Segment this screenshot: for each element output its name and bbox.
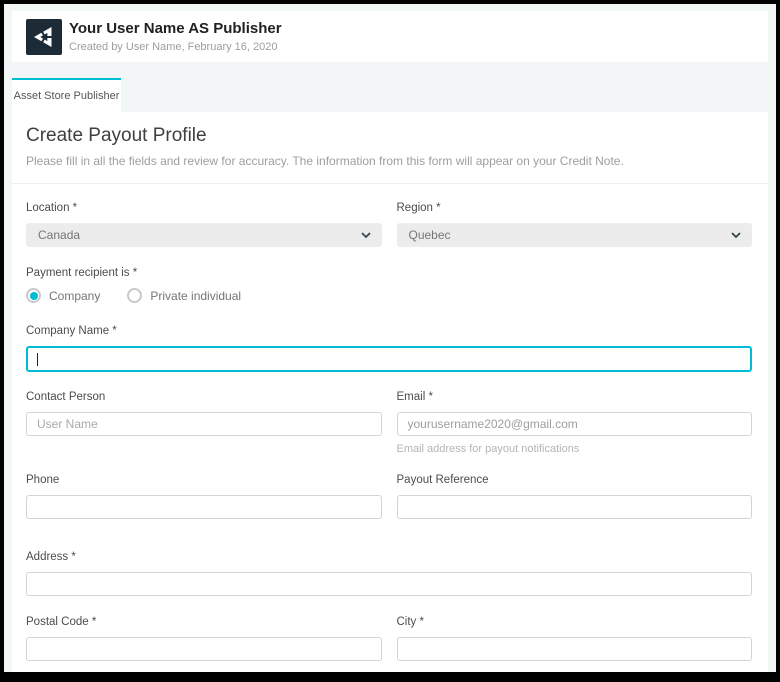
city-input[interactable]: [397, 637, 753, 661]
contact-person-input[interactable]: [26, 412, 382, 436]
postal-code-input[interactable]: [26, 637, 382, 661]
chevron-down-icon: [360, 229, 372, 241]
page-title: Create Payout Profile: [26, 125, 752, 147]
phone-input[interactable]: [26, 495, 382, 519]
company-name-input[interactable]: [26, 346, 752, 372]
publisher-title: Your User Name AS Publisher: [69, 20, 282, 39]
publisher-subtitle: Created by User Name, February 16, 2020: [69, 41, 282, 53]
radio-unselected-icon: [127, 288, 142, 303]
region-label: Region *: [397, 202, 753, 214]
unity-logo-icon: [26, 19, 62, 55]
tab-bar: Asset Store Publisher: [12, 78, 768, 112]
publisher-header: Your User Name AS Publisher Created by U…: [12, 11, 768, 62]
email-helper-text: Email address for payout notifications: [397, 443, 753, 455]
payout-profile-card: Create Payout Profile Please fill in all…: [12, 112, 768, 672]
tab-asset-store-publisher[interactable]: Asset Store Publisher: [12, 78, 121, 112]
company-name-label: Company Name *: [26, 325, 752, 337]
payment-recipient-radio-group: Company Private individual: [26, 288, 752, 303]
radio-selected-icon: [26, 288, 41, 303]
chevron-down-icon: [730, 229, 742, 241]
app-window: Your User Name AS Publisher Created by U…: [4, 4, 776, 672]
location-select[interactable]: Canada: [26, 223, 382, 247]
email-label: Email *: [397, 391, 753, 403]
region-selected-value: Quebec: [409, 228, 451, 242]
contact-person-label: Contact Person: [26, 391, 382, 403]
address-label: Address *: [26, 551, 752, 563]
region-select[interactable]: Quebec: [397, 223, 753, 247]
payout-reference-label: Payout Reference: [397, 474, 753, 486]
payout-form: Location * Canada Region * Quebec Payme: [12, 184, 768, 661]
phone-label: Phone: [26, 474, 382, 486]
payment-recipient-label: Payment recipient is *: [26, 267, 752, 279]
form-description: Please fill in all the fields and review…: [26, 154, 752, 168]
email-input[interactable]: [397, 412, 753, 436]
city-label: City *: [397, 616, 753, 628]
payout-reference-input[interactable]: [397, 495, 753, 519]
address-input[interactable]: [26, 572, 752, 596]
location-selected-value: Canada: [38, 228, 80, 242]
radio-private-individual[interactable]: Private individual: [127, 288, 241, 303]
radio-private-individual-label: Private individual: [150, 289, 241, 303]
radio-company[interactable]: Company: [26, 288, 100, 303]
text-cursor: [37, 353, 38, 366]
postal-code-label: Postal Code *: [26, 616, 382, 628]
radio-company-label: Company: [49, 289, 100, 303]
location-label: Location *: [26, 202, 382, 214]
form-header: Create Payout Profile Please fill in all…: [12, 112, 768, 184]
